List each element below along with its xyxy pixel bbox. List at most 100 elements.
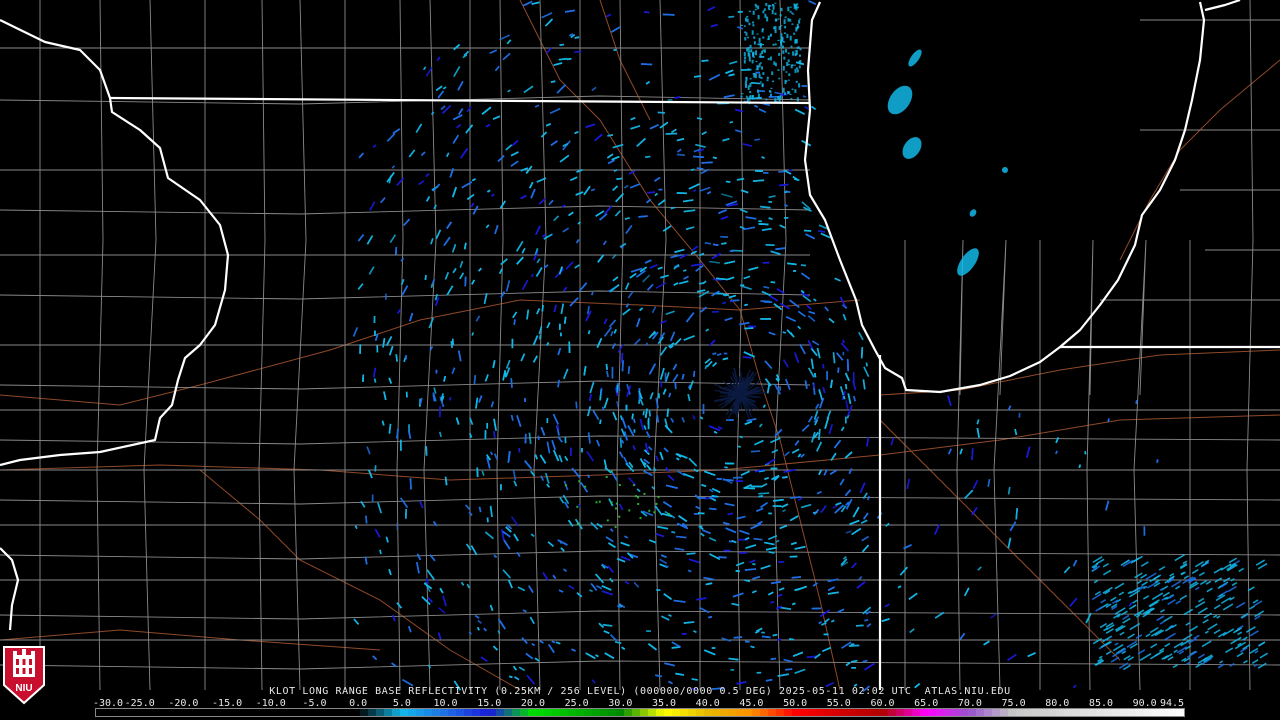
echo-streak (1197, 653, 1205, 659)
echo-streak (1158, 565, 1166, 571)
echo-streak (426, 569, 435, 580)
echo-streak (609, 577, 614, 583)
echo-streak (1231, 581, 1238, 587)
echo-streak (1007, 486, 1011, 495)
echo-streak (832, 504, 838, 509)
echo-streak (746, 97, 749, 100)
echo-streak (644, 259, 652, 264)
echo-streak (562, 227, 570, 233)
scale-swatch (568, 709, 576, 716)
echo-streak (505, 144, 513, 151)
echo-streak (409, 478, 412, 490)
echo-streak (787, 59, 790, 63)
echo-streak (1238, 567, 1245, 573)
echo-streak (562, 494, 570, 505)
echo-streak (752, 179, 765, 182)
echo-streak (1193, 634, 1200, 640)
echo-streak (588, 394, 592, 402)
echo-streak (736, 177, 745, 181)
echo-streak (971, 448, 974, 460)
echo-streak (832, 352, 836, 364)
echo-streak (748, 22, 751, 26)
echo-streak (1139, 653, 1152, 661)
echo-streak (657, 111, 665, 114)
echo-streak (1145, 633, 1151, 638)
echo-streak (545, 472, 550, 484)
echo-streak (845, 661, 851, 667)
echo-streak (539, 454, 547, 464)
echo-streak (452, 267, 457, 274)
echo-streak (862, 659, 868, 663)
highway (879, 419, 1121, 661)
scale-swatch (768, 709, 776, 716)
echo-streak (619, 451, 624, 458)
scale-swatch (288, 709, 296, 716)
echo-streak (620, 541, 630, 547)
echo-streak (747, 47, 750, 51)
echo-streak (772, 633, 778, 637)
echo-streak (585, 652, 596, 660)
echo-streak (745, 544, 757, 549)
echo-streak (397, 309, 401, 314)
echo-streak (1026, 446, 1031, 458)
county-border (0, 495, 1280, 505)
echo-streak (436, 56, 441, 62)
echo-streak (790, 45, 793, 48)
echo-streak (805, 233, 816, 240)
echo-streak (389, 234, 397, 244)
echo-streak (755, 68, 758, 71)
echo-streak (1179, 594, 1188, 601)
echo-streak (807, 315, 816, 322)
echo-streak (752, 21, 755, 24)
echo-streak (858, 331, 864, 341)
echo-streak (765, 3, 768, 7)
echo-streak (655, 532, 665, 538)
echo-streak (662, 225, 672, 232)
echo-streak (796, 3, 799, 6)
echo-streak (856, 581, 866, 589)
echo-streak (395, 354, 398, 362)
echo-streak (526, 674, 536, 685)
echo-streak (757, 5, 760, 10)
echo-streak (668, 392, 672, 398)
echo-streak (654, 192, 658, 197)
echo-streak (802, 295, 812, 303)
scale-swatch (928, 709, 936, 716)
echo-streak (590, 291, 594, 296)
echo-streak (651, 306, 657, 314)
echo-streak (669, 331, 676, 342)
echo-streak (778, 46, 781, 49)
echo-streak (1216, 615, 1221, 619)
echo-streak (748, 325, 756, 328)
echo-streak (762, 36, 765, 39)
echo-streak (1194, 601, 1206, 609)
echo-streak (793, 3, 796, 5)
echo-streak (542, 572, 549, 581)
echo-streak (563, 368, 569, 380)
echo-streak (706, 191, 712, 195)
echo-streak (703, 576, 715, 581)
echo-streak (613, 329, 617, 334)
echo-streak (768, 591, 774, 596)
echo-streak (648, 410, 651, 417)
echo-streak (757, 93, 760, 99)
echo-streak (570, 176, 578, 182)
echo-streak (774, 18, 777, 22)
scale-swatch (544, 709, 552, 716)
echo-streak (468, 511, 473, 516)
echo-streak (510, 160, 519, 167)
echo-streak (649, 124, 659, 130)
echo-streak (845, 384, 848, 390)
echo-streak (712, 156, 717, 159)
echo-streak (666, 408, 669, 417)
echo-streak (794, 50, 797, 52)
echo-streak (453, 65, 461, 78)
echo-streak (691, 678, 698, 681)
echo-streak (645, 155, 651, 158)
scale-swatch (864, 709, 872, 716)
echo-streak (489, 505, 493, 517)
echo-streak (1257, 562, 1268, 570)
echo-streak (820, 505, 827, 514)
echo-streak (749, 559, 756, 564)
echo-streak (851, 527, 862, 536)
